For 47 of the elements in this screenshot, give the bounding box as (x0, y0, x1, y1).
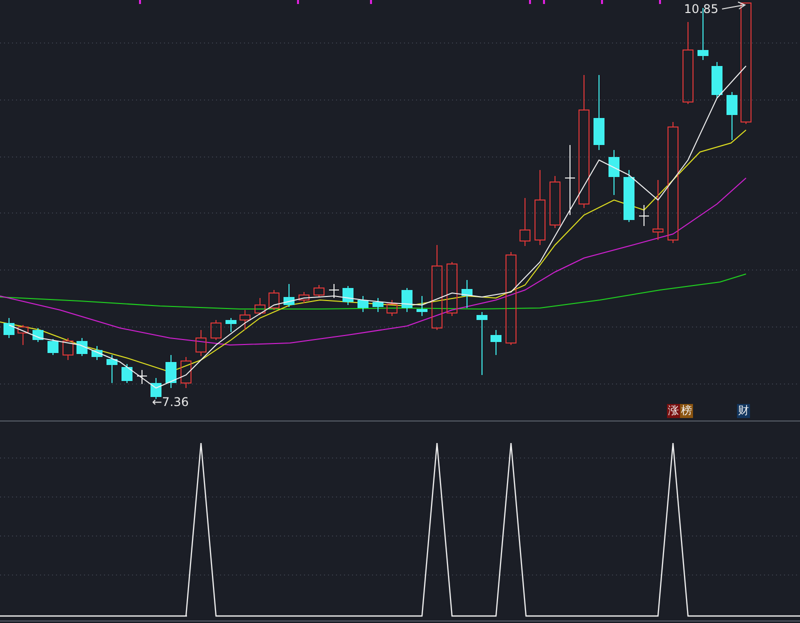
candlestick (284, 284, 294, 308)
low-price-label: ←7.36 (152, 395, 189, 409)
candlestick (402, 288, 412, 312)
candlestick (298, 292, 310, 304)
candlestick (240, 310, 250, 330)
arrow-icon (722, 2, 746, 10)
candlestick (712, 62, 722, 98)
candlestick (92, 346, 102, 360)
candlestick (520, 198, 530, 246)
candlestick (476, 312, 488, 376)
candlestick (314, 284, 324, 298)
candlestick (638, 204, 650, 226)
high-price-label: 10.85 (684, 2, 718, 16)
candlestick (48, 338, 58, 356)
candlestick (386, 300, 398, 316)
candlestick (62, 338, 74, 360)
candlestick (32, 328, 44, 342)
candlestick (550, 176, 560, 228)
candlestick (416, 296, 428, 316)
candlestick (446, 262, 458, 316)
candlestick (122, 364, 132, 384)
candlestick (166, 354, 176, 388)
candlestick (564, 144, 576, 216)
candlestick (254, 298, 266, 316)
candlestick (76, 338, 88, 356)
candlestick (180, 356, 192, 388)
candlestick (268, 290, 280, 310)
candlestick (342, 286, 354, 306)
candlestick (624, 170, 634, 222)
candlestick (4, 318, 14, 338)
candlestick (106, 354, 118, 384)
candlestick (226, 318, 236, 332)
candlestick (726, 92, 738, 140)
candlestick (462, 280, 472, 308)
candlestick (652, 180, 664, 240)
candlestick (196, 330, 206, 356)
candlestick (372, 298, 384, 312)
candlestick (328, 284, 340, 298)
candlestick (490, 330, 502, 356)
candlestick (18, 324, 28, 346)
candlestick (358, 296, 368, 312)
tag-badge[interactable]: 财 (737, 404, 750, 418)
candlestick (210, 320, 222, 340)
candlestick (608, 150, 620, 196)
tag-badge[interactable]: 涨 (667, 404, 680, 418)
tag-badge[interactable]: 榜 (680, 404, 693, 418)
candlestick (136, 370, 148, 384)
